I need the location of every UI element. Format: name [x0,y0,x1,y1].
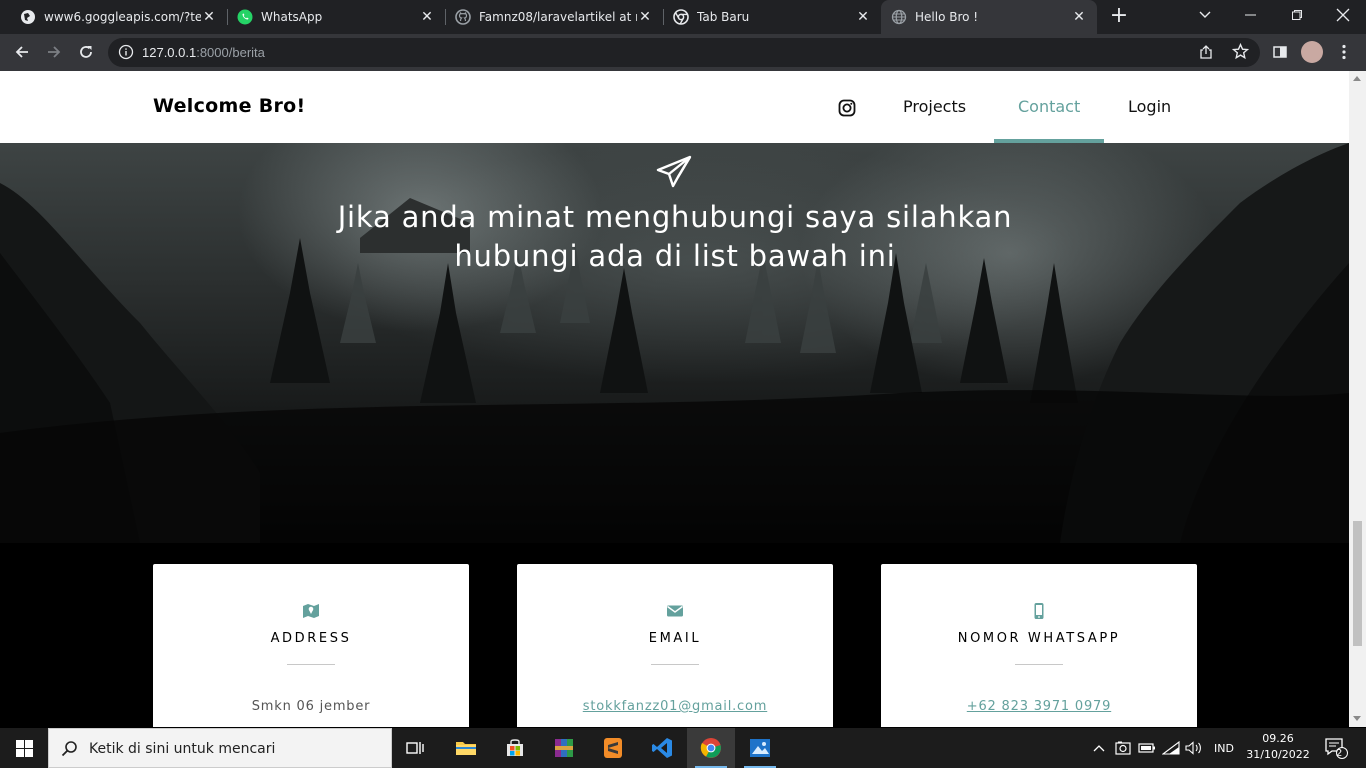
close-tab-icon[interactable]: ✕ [637,9,653,25]
address-value: Smkn 06 jember [251,699,371,714]
close-tab-icon[interactable]: ✕ [201,9,217,25]
browser-tab[interactable]: Famnz08/laravelartikel at ma ✕ [445,0,663,34]
share-icon[interactable] [1198,44,1214,63]
bookmark-star-icon[interactable] [1231,42,1250,63]
globe-icon [20,9,36,25]
browser-toolbar: 127.0.0.1:8000/berita [0,34,1366,71]
whatsapp-number-link[interactable]: +62 823 3971 0979 [881,699,1197,714]
browser-tab[interactable]: WhatsApp ✕ [227,0,445,34]
photos-icon[interactable] [736,728,784,768]
site-info-icon[interactable] [118,44,134,63]
chrome-icon [673,9,689,25]
tab-title: Hello Bro ! [915,10,979,24]
tab-title: Tab Baru [697,10,750,24]
show-hidden-icons-chevron-icon[interactable] [1089,728,1109,768]
search-placeholder: Ketik di sini untuk mencari [89,741,276,757]
browser-tab-active[interactable]: Hello Bro ! ✕ [881,0,1097,34]
mobile-icon [1030,602,1048,620]
notification-count-badge: 2 [1336,748,1343,759]
url-host: 127.0.0.1 [142,45,197,60]
close-tab-icon[interactable]: ✕ [419,9,435,25]
close-tab-icon[interactable]: ✕ [1071,9,1087,25]
side-panel-icon[interactable] [1266,38,1294,66]
volume-icon[interactable] [1183,728,1205,768]
site-navbar: Welcome Bro! Projects Contact Login [0,71,1349,143]
browser-tab[interactable]: www6.goggleapis.com/?tem ✕ [0,0,227,34]
task-view-icon[interactable] [392,728,440,768]
close-tab-icon[interactable]: ✕ [855,9,871,25]
clock-time: 09.26 [1262,732,1294,745]
card-title: NOMOR WHATSAPP [957,631,1121,646]
hero-heading-line: hubungi ada di list bawah ini [454,239,896,273]
browser-tab-strip: www6.goggleapis.com/?tem ✕ WhatsApp ✕ Fa… [0,0,1366,34]
contact-card-email: EMAIL stokkfanzz01@gmail.com [517,564,833,727]
scroll-down-arrow-icon[interactable] [1353,716,1361,721]
scrollbar-thumb[interactable] [1353,521,1362,646]
reload-icon[interactable] [72,38,100,66]
notification-center-icon[interactable]: 2 [1316,728,1356,768]
email-link[interactable]: stokkfanzz01@gmail.com [517,699,833,714]
menu-kebab-icon[interactable] [1330,38,1358,66]
windows-taskbar: Ketik di sini untuk mencari IND 09.26 31 [0,728,1366,768]
close-window-icon[interactable] [1320,0,1366,30]
tab-title: www6.goggleapis.com/?tem [44,10,201,24]
envelope-icon [666,602,684,620]
hero-heading: Jika anda minat menghubungi saya silahka… [330,198,1020,276]
microsoft-store-icon[interactable] [491,728,539,768]
site-brand[interactable]: Welcome Bro! [153,95,305,117]
taskbar-search-box[interactable]: Ketik di sini untuk mencari [48,728,392,768]
contact-card-address: ADDRESS Smkn 06 jember [153,564,469,727]
nav-login-link[interactable]: Login [1128,97,1171,116]
page-scrollbar[interactable] [1349,71,1366,727]
sublime-text-icon[interactable] [589,728,637,768]
github-icon [455,9,471,25]
page-viewport: Welcome Bro! Projects Contact Login Jika… [0,71,1349,727]
hero-heading-line: Jika anda minat menghubungi saya silahka… [337,200,1013,234]
nav-contact-link[interactable]: Contact [1018,97,1080,116]
search-icon [61,740,78,760]
tab-title: WhatsApp [261,10,323,24]
card-title: ADDRESS [270,631,352,646]
scroll-up-arrow-icon[interactable] [1353,76,1361,81]
tab-title: Famnz08/laravelartikel at ma [479,10,637,24]
restore-icon[interactable] [1274,0,1320,30]
nav-projects-link[interactable]: Projects [903,97,966,116]
instagram-icon[interactable] [838,99,856,120]
winrar-icon[interactable] [540,728,588,768]
hero-section: Jika anda minat menghubungi saya silahka… [0,143,1349,543]
wifi-icon[interactable] [1160,728,1182,768]
paper-plane-icon [656,155,692,192]
vscode-icon[interactable] [638,728,686,768]
map-icon [302,602,320,620]
contact-card-whatsapp: NOMOR WHATSAPP +62 823 3971 0979 [881,564,1197,727]
forward-arrow-icon[interactable] [40,38,68,66]
minimize-icon[interactable] [1228,0,1274,30]
address-bar[interactable]: 127.0.0.1:8000/berita [108,38,1260,67]
url-path: :8000/berita [196,45,265,60]
windows-start-icon[interactable] [0,728,48,768]
camera-app-icon[interactable] [1112,728,1134,768]
input-language-indicator[interactable]: IND [1208,728,1240,768]
card-divider [1015,664,1063,665]
profile-avatar[interactable] [1301,41,1323,63]
battery-icon[interactable] [1136,728,1158,768]
tab-search-icon[interactable] [1182,0,1228,30]
browser-tab[interactable]: Tab Baru ✕ [663,0,881,34]
card-divider [651,664,699,665]
chrome-taskbar-icon[interactable] [687,728,735,768]
new-tab-button[interactable]: + [1108,5,1130,27]
url-text[interactable]: 127.0.0.1:8000/berita [142,45,265,60]
card-title: EMAIL [648,631,702,646]
taskbar-clock[interactable]: 09.26 31/10/2022 [1243,731,1313,763]
file-explorer-icon[interactable] [442,728,490,768]
globe-icon [891,9,907,25]
whatsapp-icon [237,9,253,25]
card-divider [287,664,335,665]
clock-date: 31/10/2022 [1246,748,1310,761]
back-arrow-icon[interactable] [8,38,36,66]
